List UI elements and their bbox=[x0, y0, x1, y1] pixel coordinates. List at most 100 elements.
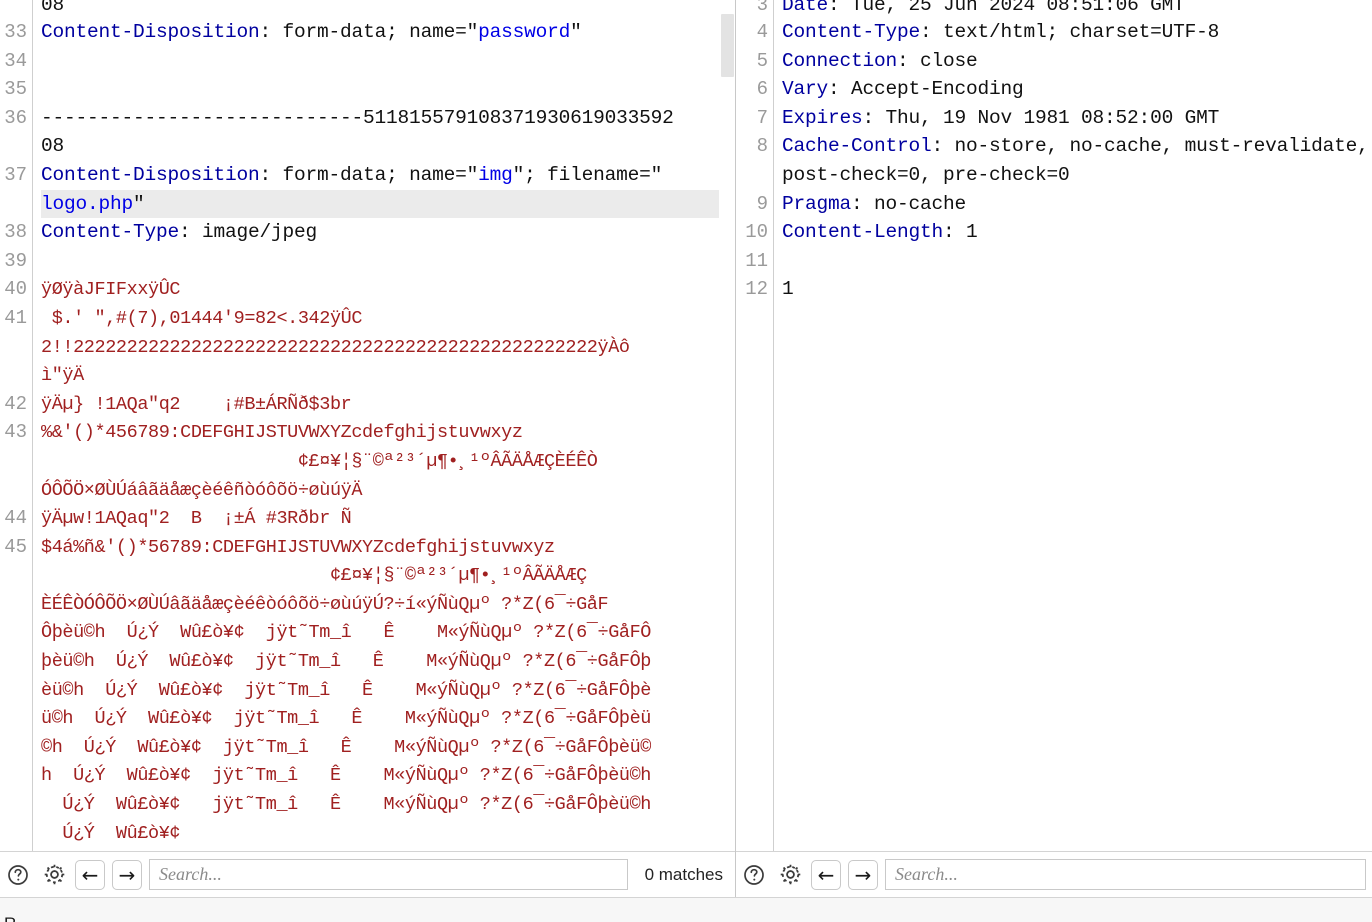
code-segment-str: img bbox=[478, 163, 513, 186]
line-number bbox=[736, 161, 768, 190]
line-number bbox=[0, 132, 27, 161]
code-line[interactable]: Cache-Control: no-store, no-cache, must-… bbox=[782, 132, 1372, 161]
code-line[interactable]: ÿØÿàJFIFxxÿÛC bbox=[41, 275, 735, 304]
code-line[interactable]: Ú¿Ý Wû£ò¥¢ bbox=[41, 819, 735, 848]
code-line[interactable]: ----------------------------511815579108… bbox=[41, 104, 735, 133]
code-line[interactable]: $4á%ñ&'()*56789:CDEFGHIJSTUVWXYZcdefghij… bbox=[41, 533, 735, 562]
line-number: 11 bbox=[745, 249, 768, 272]
code-line[interactable]: 1 bbox=[782, 275, 1372, 304]
code-segment-bin: Ôþèü©h Ú¿Ý Wû£ò¥¢ jÿt˜Tm_î Ê M«ýÑùQµº ?*… bbox=[41, 622, 652, 644]
code-line[interactable]: ÈÉÊÒÓÔÕÖ×ØÙÚâãäåæçèéêòóôõö÷øùúÿÚ?÷í«ýÑùQ… bbox=[41, 590, 735, 619]
search-next-button[interactable]: → bbox=[848, 859, 878, 890]
code-segment-bin: ©h Ú¿Ý Wû£ò¥¢ jÿt˜Tm_î Ê M«ýÑùQµº ?*Z(6¯… bbox=[41, 736, 652, 758]
request-code-area[interactable]: 08 Content-Disposition: form-data; name="… bbox=[33, 0, 735, 851]
line-number bbox=[0, 190, 27, 219]
line-number bbox=[0, 819, 27, 848]
request-editor-body[interactable]: 33 34 35 36 37 38 39 40 41 42 43 44 45 08 Content… bbox=[0, 0, 735, 851]
code-line[interactable]: logo.php" bbox=[41, 189, 735, 219]
gear-icon[interactable] bbox=[40, 861, 68, 889]
code-segment-plain: 08 bbox=[41, 135, 65, 158]
code-segment-bin: ì"ÿÄ bbox=[41, 365, 84, 387]
line-number: 42 bbox=[4, 392, 27, 415]
code-line[interactable]: 08 bbox=[41, 132, 735, 161]
code-line[interactable]: Pragma: no-cache bbox=[782, 190, 1372, 219]
code-segment-bin: ÿÄµw!1AQaq"2 B ¡±Á #3Rðbr Ñ bbox=[41, 508, 352, 530]
code-segment-plain: ----------------------------511815579108… bbox=[41, 106, 674, 129]
code-segment-bin: ¢£¤¥¦§¨©ª²³´µ¶•¸¹ºÂÃÄÅÆÇ bbox=[41, 565, 587, 587]
code-segment-str: password bbox=[478, 21, 571, 43]
request-scrollbar-thumb[interactable] bbox=[721, 13, 734, 78]
code-line[interactable] bbox=[41, 47, 735, 76]
code-line[interactable]: Content-Type: text/html; charset=UTF-8 bbox=[782, 18, 1372, 47]
line-number: 36 bbox=[4, 106, 27, 129]
code-segment-plain: 08 bbox=[41, 0, 65, 16]
code-line[interactable]: $.' ",#(7),01444'9=82<.342ÿÛC bbox=[41, 304, 735, 333]
code-segment-hdr: Vary bbox=[782, 78, 829, 101]
gear-icon[interactable] bbox=[776, 861, 804, 889]
code-line[interactable]: Content-Disposition: form-data; name="pa… bbox=[41, 18, 735, 47]
code-segment-hdr: Cache-Control bbox=[782, 135, 932, 158]
line-number: 8 bbox=[756, 135, 768, 158]
code-line[interactable]: 08 bbox=[41, 0, 735, 18]
line-number bbox=[0, 590, 27, 619]
search-next-button[interactable]: → bbox=[112, 859, 142, 890]
clipped-tab-label: R bbox=[4, 914, 16, 922]
code-line[interactable]: ÓÔÕÖ×ØÙÚáâãäåæçèéêñòóôõö÷øùúÿÄ bbox=[41, 476, 735, 505]
search-prev-button[interactable]: ← bbox=[75, 859, 105, 890]
code-segment-bin: Ú¿Ý Wû£ò¥¢ jÿt˜Tm_î Ê M«ýÑùQµº ?*Z(6¯÷Gå… bbox=[41, 794, 652, 816]
code-line[interactable]: þèü©h Ú¿Ý Wû£ò¥¢ jÿt˜Tm_î Ê M«ýÑùQµº ?*Z… bbox=[41, 647, 735, 676]
code-line[interactable]: Content-Disposition: form-data; name="im… bbox=[41, 161, 735, 190]
response-pane: 3 4 5 6 7 8 9 10 11 12 Date: Tue, 25 Jun 2024 08… bbox=[736, 0, 1372, 897]
line-number: 3 bbox=[756, 0, 768, 16]
code-segment-val: : Tue, 25 Jun 2024 08:51:06 GMT bbox=[828, 0, 1185, 16]
code-line[interactable]: ÿÄµ} !1AQa"q2 ¡#B±ÁRÑð$3br bbox=[41, 390, 735, 419]
response-line-number-gutter: 3 4 5 6 7 8 9 10 11 12 bbox=[736, 0, 774, 851]
search-prev-button[interactable]: ← bbox=[811, 859, 841, 890]
code-line[interactable]: ¢£¤¥¦§¨©ª²³´µ¶•¸¹ºÂÃÄÅÆÇ bbox=[41, 561, 735, 590]
help-icon[interactable] bbox=[741, 861, 769, 889]
code-line[interactable]: Content-Type: image/jpeg bbox=[41, 218, 735, 247]
request-vertical-scrollbar[interactable] bbox=[719, 0, 735, 851]
help-icon[interactable] bbox=[5, 861, 33, 889]
code-line[interactable]: 2!!2222222222222222222222222222222222222… bbox=[41, 333, 735, 362]
code-line[interactable]: h Ú¿Ý Wû£ò¥¢ jÿt˜Tm_î Ê M«ýÑùQµº ?*Z(6¯÷… bbox=[41, 761, 735, 790]
line-number: 34 bbox=[4, 49, 27, 72]
line-number bbox=[0, 704, 27, 733]
code-segment-val: : Accept-Encoding bbox=[828, 78, 1024, 101]
request-search-input[interactable] bbox=[149, 859, 628, 890]
code-line[interactable]: Vary: Accept-Encoding bbox=[782, 75, 1372, 104]
response-search-input[interactable] bbox=[885, 859, 1366, 890]
code-segment-bin: h Ú¿Ý Wû£ò¥¢ jÿt˜Tm_î Ê M«ýÑùQµº ?*Z(6¯÷… bbox=[41, 765, 652, 787]
code-line[interactable] bbox=[782, 247, 1372, 276]
response-editor-body[interactable]: 3 4 5 6 7 8 9 10 11 12 Date: Tue, 25 Jun 2024 08… bbox=[736, 0, 1372, 851]
code-segment-bin: þèü©h Ú¿Ý Wû£ò¥¢ jÿt˜Tm_î Ê M«ýÑùQµº ?*Z… bbox=[41, 651, 652, 673]
code-line[interactable]: ©h Ú¿Ý Wû£ò¥¢ jÿt˜Tm_î Ê M«ýÑùQµº ?*Z(6¯… bbox=[41, 733, 735, 762]
code-line[interactable]: post-check=0, pre-check=0 bbox=[782, 161, 1372, 190]
request-match-count: 0 matches bbox=[644, 864, 723, 884]
code-line[interactable]: ¢£¤¥¦§¨©ª²³´µ¶•¸¹ºÂÃÄÅÆÇÈÉÊÒ bbox=[41, 447, 735, 476]
code-segment-hdr: Connection bbox=[782, 49, 898, 72]
code-line[interactable]: Expires: Thu, 19 Nov 1981 08:52:00 GMT bbox=[782, 104, 1372, 133]
code-line[interactable]: Ôþèü©h Ú¿Ý Wû£ò¥¢ jÿt˜Tm_î Ê M«ýÑùQµº ?*… bbox=[41, 618, 735, 647]
code-segment-bin: Ú¿Ý Wû£ò¥¢ bbox=[41, 822, 181, 844]
code-segment-val: : Thu, 19 Nov 1981 08:52:00 GMT bbox=[862, 106, 1220, 129]
code-segment-hdr: Content-Type bbox=[782, 21, 921, 43]
code-line[interactable]: èü©h Ú¿Ý Wû£ò¥¢ jÿt˜Tm_î Ê M«ýÑùQµº ?*Z(… bbox=[41, 676, 735, 705]
line-number bbox=[0, 476, 27, 505]
code-line[interactable] bbox=[41, 75, 735, 104]
code-line[interactable]: %&'()*456789:CDEFGHIJSTUVWXYZcdefghijstu… bbox=[41, 418, 735, 447]
code-segment-val: : image/jpeg bbox=[179, 221, 318, 244]
code-line[interactable]: Content-Length: 1 bbox=[782, 218, 1372, 247]
code-line[interactable]: Connection: close bbox=[782, 47, 1372, 76]
code-line[interactable]: Date: Tue, 25 Jun 2024 08:51:06 GMT bbox=[782, 0, 1372, 18]
line-number bbox=[0, 733, 27, 762]
response-code-area[interactable]: Date: Tue, 25 Jun 2024 08:51:06 GMT Conte… bbox=[774, 0, 1372, 851]
code-line[interactable]: ì"ÿÄ bbox=[41, 361, 735, 390]
line-number: 9 bbox=[756, 192, 768, 215]
code-segment-hdr: Content-Type bbox=[41, 221, 180, 244]
code-line[interactable]: Ú¿Ý Wû£ò¥¢ jÿt˜Tm_î Ê M«ýÑùQµº ?*Z(6¯÷Gå… bbox=[41, 790, 735, 819]
code-line[interactable]: ÿÄµw!1AQaq"2 B ¡±Á #3Rðbr Ñ bbox=[41, 504, 735, 533]
code-line[interactable] bbox=[41, 247, 735, 276]
code-segment-bin: ÓÔÕÖ×ØÙÚáâãäåæçèéêñòóôõö÷øùúÿÄ bbox=[41, 479, 363, 501]
code-line[interactable]: ü©h Ú¿Ý Wû£ò¥¢ jÿt˜Tm_î Ê M«ýÑùQµº ?*Z(6… bbox=[41, 704, 735, 733]
